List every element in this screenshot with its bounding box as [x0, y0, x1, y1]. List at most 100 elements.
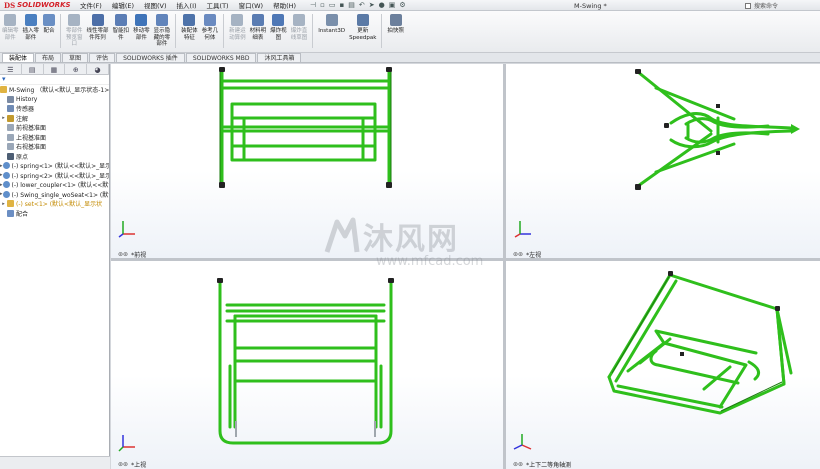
toolbar-button[interactable]: 线性零部 件阵列 — [85, 14, 111, 41]
save-icon[interactable]: ▪ — [340, 1, 345, 9]
file-properties-icon[interactable]: ▣ — [389, 1, 396, 9]
menu-item[interactable]: 文件(F) — [80, 0, 102, 10]
open-folder-icon[interactable]: ▭ — [329, 1, 336, 9]
exploded-view-icon — [272, 14, 285, 26]
view-eye-icon: ⊛⊛ — [513, 461, 524, 468]
part-icon — [2, 190, 10, 198]
tree-item[interactable]: 右视基准面 — [0, 142, 109, 152]
rebuild-icon[interactable]: ● — [379, 1, 385, 9]
watermark: 沐风网 www.mfcad.com — [323, 214, 523, 274]
tree-item[interactable]: ▸ (-) set<1> (默认<默认_显示状 — [0, 199, 109, 209]
tab-6[interactable]: 沐风工具箱 — [257, 53, 302, 62]
tree-root[interactable]: M-Swing （默认<默认_显示状态-1>） — [0, 85, 109, 95]
plane-icon — [7, 133, 14, 141]
toolbar-button-label: 编辑零 部件 — [2, 28, 19, 41]
tree-item-label: (-) Swing_single_woSeat<1> (默认 — [11, 191, 109, 199]
annotation-icon — [7, 114, 14, 122]
toolbar-button[interactable]: Instant3D — [316, 14, 347, 35]
linear-pattern-icon — [91, 14, 104, 26]
tab-3[interactable]: 评估 — [89, 53, 116, 62]
menu-item[interactable]: 插入(I) — [177, 0, 197, 10]
menu-item[interactable]: 工具(T) — [207, 0, 229, 10]
toolbar-button[interactable]: 编辑零 部件 — [0, 14, 21, 41]
toolbar-button[interactable]: 智能扣 件 — [111, 14, 132, 41]
undo-icon[interactable]: ↶ — [359, 1, 365, 9]
tree-item-label: History — [16, 95, 38, 103]
move-component-icon — [135, 14, 148, 26]
view-name: *左视 — [526, 252, 542, 258]
display-manager-tab-icon[interactable]: ◕ — [87, 64, 109, 75]
tree-item[interactable]: 传感器 — [0, 104, 109, 114]
viewport-left[interactable]: ⊛⊛ *左视 — [506, 64, 820, 258]
new-document-icon[interactable]: ▫ — [320, 1, 325, 9]
pin-icon[interactable]: ⊣ — [310, 1, 316, 9]
toolbar-button[interactable]: 配合 — [41, 14, 57, 35]
viewport-isometric[interactable]: ⊛⊛ *上下二等角轴测 — [506, 261, 820, 469]
toolbar-button-label: 装配体 特征 — [181, 28, 198, 41]
explode-line-sketch-icon — [292, 14, 305, 26]
menu-item[interactable]: 视图(V) — [144, 0, 167, 10]
toolbar-separator — [223, 14, 225, 48]
print-icon[interactable]: ▤ — [348, 1, 355, 9]
feature-manager-tab-icon[interactable]: ☰ — [0, 64, 22, 75]
tree-item[interactable]: 配合 — [0, 209, 109, 219]
tree-item[interactable]: ▸ (-) spring<2> (默认<<默认>_显示 — [0, 171, 109, 181]
expand-arrow-icon[interactable]: ▸ — [0, 201, 7, 207]
graphics-area[interactable]: ⊛⊛ *前视 ⊛⊛ *左视 ⊛⊛ *上视 ⊛⊛ *上下二等角轴测 沐风网 www… — [111, 64, 820, 469]
toolbar-button[interactable]: 爆炸视 图 — [268, 14, 289, 41]
document-title: M-Swing * — [574, 2, 607, 10]
tree-item[interactable]: History — [0, 95, 109, 105]
tab-5[interactable]: SOLIDWORKS MBD — [185, 53, 257, 62]
assembly-features-icon — [183, 14, 196, 26]
select-arrow-icon[interactable]: ➤ — [369, 1, 375, 9]
part-icon — [2, 181, 10, 189]
plane-icon — [7, 124, 14, 132]
property-manager-tab-icon[interactable]: ▤ — [22, 64, 44, 75]
search-label: 搜索命令 — [754, 3, 779, 10]
expand-arrow-icon[interactable]: ▸ — [0, 115, 7, 121]
tree-item-label: 右视基准面 — [16, 144, 47, 152]
tree-item[interactable]: ▸ 注解 — [0, 114, 109, 124]
options-gear-icon[interactable]: ⚙ — [399, 1, 405, 9]
viewport-top[interactable]: ⊛⊛ *上视 — [111, 261, 503, 469]
part-icon — [2, 162, 10, 170]
tree-item[interactable]: ▸ (-) spring<1> (默认<<默认>_显示 — [0, 161, 109, 171]
toolbar-button[interactable]: 移动零 部件 — [131, 14, 152, 41]
toolbar-button[interactable]: 爆炸直 线草图 — [289, 14, 310, 41]
dimxpert-tab-icon[interactable]: ⊕ — [65, 64, 88, 75]
toolbar-button-label: 更新 Speedpak — [349, 28, 377, 41]
tree-item[interactable]: 上视基准面 — [0, 133, 109, 143]
menu-item[interactable]: 编辑(E) — [112, 0, 134, 10]
filter-icon[interactable]: ▾ — [0, 75, 109, 85]
tree-item-label: 注解 — [16, 115, 29, 123]
tab-1[interactable]: 布局 — [35, 53, 62, 62]
menu-item[interactable]: 帮助(H) — [273, 0, 296, 10]
toolbar-button[interactable]: 更新 Speedpak — [347, 14, 378, 41]
toolbar-button-label: 新建运 动算例 — [229, 28, 246, 41]
tree-item-label: 配合 — [16, 210, 29, 218]
tree-item[interactable]: 原点 — [0, 152, 109, 162]
toolbar-button[interactable]: 显示隐 藏的零 部件 — [152, 14, 173, 48]
configuration-manager-tab-icon[interactable]: ▦ — [44, 64, 66, 75]
toolbar-button[interactable]: 插入零 部件 — [21, 14, 42, 41]
toolbar-button[interactable]: 材料明 细表 — [248, 14, 269, 41]
tab-2[interactable]: 草图 — [62, 53, 89, 62]
panel-tabs: ☰ ▤ ▦ ⊕ ◕ — [0, 64, 109, 75]
toolbar-button[interactable]: 参考几 何体 — [200, 14, 221, 41]
plane-icon — [7, 143, 14, 151]
tree-item[interactable]: ▸ (-) lower_coupler<1> (默认<<默认 — [0, 180, 109, 190]
search-commands[interactable]: 搜索命令 — [745, 1, 815, 10]
tree-item[interactable]: ▸ (-) Swing_single_woSeat<1> (默认 — [0, 190, 109, 200]
watermark-text: 沐风网 — [363, 222, 459, 257]
tree-item[interactable]: 前视基准面 — [0, 123, 109, 133]
toolbar-button[interactable]: 装配体 特征 — [179, 14, 200, 41]
toolbar-button-label: 显示隐 藏的零 部件 — [153, 28, 171, 47]
toolbar-button-label: 插入零 部件 — [22, 28, 40, 41]
toolbar-button[interactable]: 拍快照 — [385, 14, 406, 35]
menu-item[interactable]: 窗口(W) — [239, 0, 264, 10]
tab-0[interactable]: 装配体 — [2, 53, 35, 62]
solidworks-logo[interactable]: DS SOLIDWORKS — [0, 0, 76, 11]
toolbar-button[interactable]: 新建运 动算例 — [227, 14, 248, 41]
tab-4[interactable]: SOLIDWORKS 插件 — [116, 53, 185, 62]
toolbar-button[interactable]: 零部件 预览窗 口 — [64, 14, 85, 48]
